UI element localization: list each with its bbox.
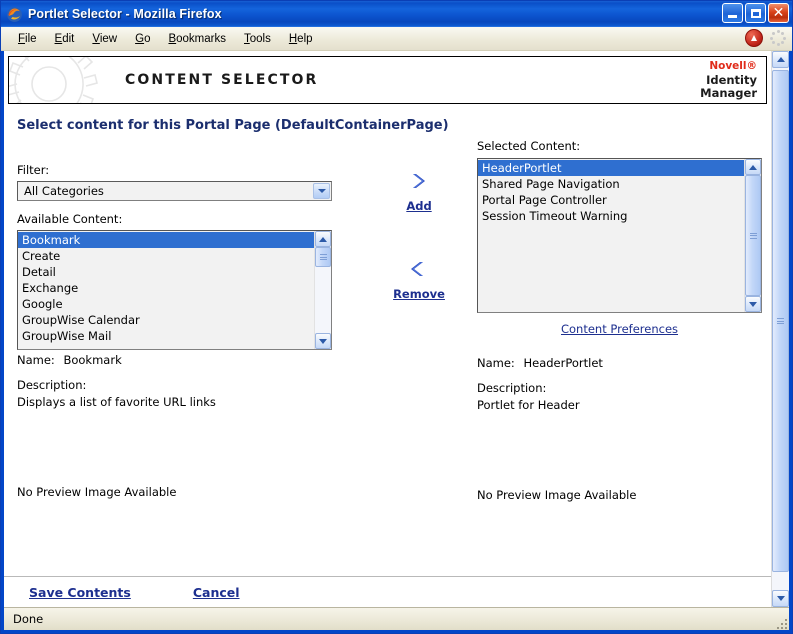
menu-view[interactable]: View <box>83 31 126 47</box>
chevron-left-icon[interactable] <box>407 257 431 281</box>
list-item[interactable]: Exchange <box>18 280 314 296</box>
selected-content-panel: Selected Content: HeaderPortlet Shared P… <box>477 139 762 502</box>
page-scroll-thumb[interactable] <box>772 70 789 572</box>
selected-content-listbox[interactable]: HeaderPortlet Shared Page Navigation Por… <box>477 158 762 313</box>
chevron-right-icon[interactable] <box>407 169 431 193</box>
menu-bar-icons <box>745 29 786 47</box>
remove-button[interactable]: Remove <box>393 287 445 301</box>
save-contents-button[interactable]: Save Contents <box>29 585 131 600</box>
page-scrollbar[interactable] <box>771 51 789 607</box>
scroll-track[interactable] <box>315 247 331 333</box>
add-button[interactable]: Add <box>406 199 431 213</box>
list-item[interactable]: HeaderPortlet <box>478 160 744 176</box>
list-item[interactable]: Google <box>18 296 314 312</box>
available-content-listbox[interactable]: Bookmark Create Detail Exchange Google G… <box>17 230 332 350</box>
list-item[interactable]: GroupWise Calendar <box>18 312 314 328</box>
chevron-down-icon[interactable] <box>313 183 330 199</box>
browser-window: Portlet Selector - Mozilla Firefox ✕ Fil… <box>0 0 793 634</box>
available-content-label: Available Content: <box>17 212 123 226</box>
page-scroll-up-icon[interactable] <box>772 51 789 68</box>
selected-detail-desc-label: Description: <box>477 381 547 395</box>
scroll-up-icon[interactable] <box>745 159 761 175</box>
transfer-buttons: Add Remove <box>374 169 464 345</box>
brand-manager: Manager <box>700 86 757 100</box>
selected-content-items: HeaderPortlet Shared Page Navigation Por… <box>478 159 744 312</box>
throbber-icon <box>770 30 786 46</box>
page-scroll-track[interactable] <box>772 68 789 590</box>
scroll-down-icon[interactable] <box>745 296 761 312</box>
scroll-track[interactable] <box>745 175 761 296</box>
selected-preview-text: No Preview Image Available <box>477 488 637 502</box>
filter-select[interactable]: All Categories <box>17 181 332 201</box>
scroll-up-icon[interactable] <box>315 231 331 247</box>
minimize-button[interactable] <box>722 3 743 23</box>
menu-tools[interactable]: Tools <box>235 31 280 47</box>
window-title: Portlet Selector - Mozilla Firefox <box>28 7 222 21</box>
content-preferences-wrap: Content Preferences <box>477 320 762 338</box>
content-preferences-link[interactable]: Content Preferences <box>561 322 678 336</box>
menu-edit[interactable]: Edit <box>46 31 84 47</box>
stop-icon[interactable] <box>745 29 763 47</box>
available-detail-desc-value: Displays a list of favorite URL links <box>17 395 216 409</box>
available-content-scrollbar[interactable] <box>314 231 331 349</box>
cancel-button[interactable]: Cancel <box>193 585 240 600</box>
selected-detail-name-value: HeaderPortlet <box>523 356 603 370</box>
scroll-thumb[interactable] <box>745 175 761 296</box>
menu-bar: File Edit View Go Bookmarks Tools Help <box>1 27 792 51</box>
resize-grip[interactable] <box>775 617 787 629</box>
list-item[interactable]: Detail <box>18 264 314 280</box>
browser-viewport: CONTENT SELECTOR Novell® Identity Manage… <box>1 51 792 607</box>
available-detail-name: Name: Bookmark <box>17 353 327 367</box>
menu-help[interactable]: Help <box>280 31 322 47</box>
selected-detail: Name: HeaderPortlet Description: Portlet… <box>477 356 757 423</box>
scroll-down-icon[interactable] <box>315 333 331 349</box>
status-text: Done <box>13 612 44 626</box>
form-actions: Save Contents Cancel <box>4 576 771 607</box>
available-detail-desc-label: Description: <box>17 378 87 392</box>
available-content-panel: Filter: All Categories Available Content… <box>17 163 332 499</box>
title-bar: Portlet Selector - Mozilla Firefox ✕ <box>1 1 792 27</box>
available-detail: Name: Bookmark Description: Displays a l… <box>17 353 327 420</box>
menu-file[interactable]: File <box>9 31 46 47</box>
firefox-icon <box>6 6 23 23</box>
filter-label: Filter: <box>17 163 50 177</box>
available-detail-name-label: Name: <box>17 353 55 367</box>
available-detail-name-value: Bookmark <box>63 353 122 367</box>
gear-icon <box>9 57 98 103</box>
list-item[interactable]: Portal Page Controller <box>478 192 744 208</box>
add-group: Add <box>374 169 464 215</box>
novell-brand: Novell® Identity Manager <box>700 60 757 101</box>
menu-go[interactable]: Go <box>126 31 159 47</box>
available-preview-text: No Preview Image Available <box>17 485 177 499</box>
selected-detail-desc-value: Portlet for Header <box>477 398 580 412</box>
status-bar: Done <box>4 607 789 630</box>
page-header-title: CONTENT SELECTOR <box>125 72 319 88</box>
scroll-thumb[interactable] <box>315 247 331 267</box>
list-item[interactable]: GroupWise Mail <box>18 328 314 344</box>
close-button[interactable]: ✕ <box>768 3 789 23</box>
app-header: CONTENT SELECTOR Novell® Identity Manage… <box>8 56 767 104</box>
list-item[interactable]: Shared Page Navigation <box>478 176 744 192</box>
list-item[interactable]: Bookmark <box>18 232 314 248</box>
page-content: CONTENT SELECTOR Novell® Identity Manage… <box>4 51 771 607</box>
remove-group: Remove <box>374 257 464 303</box>
page-scroll-down-icon[interactable] <box>772 590 789 607</box>
brand-novell: Novell® <box>709 60 757 72</box>
filter-select-value: All Categories <box>24 184 104 198</box>
selected-detail-name-label: Name: <box>477 356 515 370</box>
list-item[interactable]: Session Timeout Warning <box>478 208 744 224</box>
menu-bookmarks[interactable]: Bookmarks <box>159 31 235 47</box>
maximize-button[interactable] <box>745 3 766 23</box>
selected-content-scrollbar[interactable] <box>744 159 761 312</box>
available-content-items: Bookmark Create Detail Exchange Google G… <box>18 231 314 349</box>
page-title: Select content for this Portal Page (Def… <box>17 118 449 133</box>
brand-identity: Identity <box>706 72 757 87</box>
form-body: Filter: All Categories Available Content… <box>4 133 771 607</box>
list-item[interactable]: Create <box>18 248 314 264</box>
selected-content-label: Selected Content: <box>477 139 581 153</box>
selected-detail-name: Name: HeaderPortlet <box>477 356 757 370</box>
window-controls: ✕ <box>722 3 789 23</box>
